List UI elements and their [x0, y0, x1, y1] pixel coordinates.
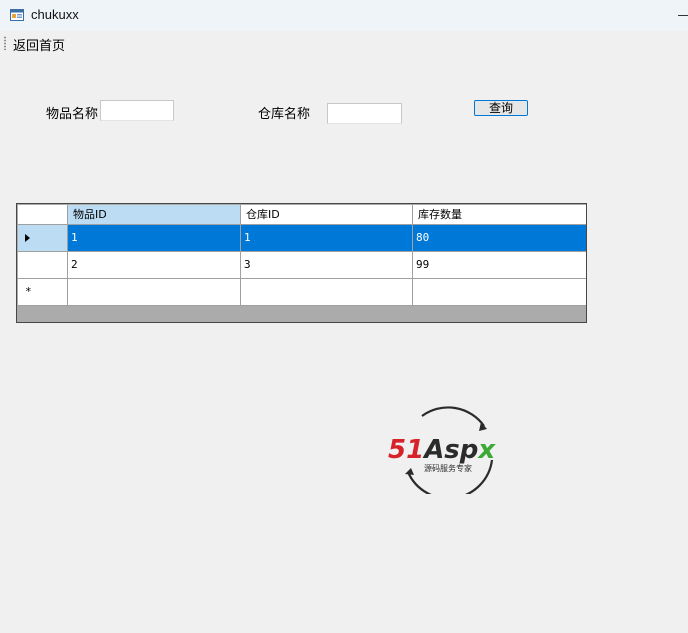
menu-strip [0, 31, 688, 53]
brand-tagline: 源码服务专家 [424, 463, 472, 473]
inventory-grid[interactable]: 物品ID 仓库ID 库存数量 1 1 80 2 3 99 * [16, 203, 587, 323]
new-row-marker: * [25, 285, 32, 298]
table-row[interactable]: 1 1 80 [18, 225, 586, 252]
cell-quantity[interactable]: 80 [413, 225, 586, 252]
item-name-label: 物品名称 [46, 107, 99, 122]
query-button[interactable]: 查询 [474, 100, 528, 116]
table-row[interactable]: 2 3 99 [18, 252, 586, 279]
grid-header-row: 物品ID 仓库ID 库存数量 [18, 205, 586, 225]
warehouse-name-input[interactable] [327, 103, 402, 124]
current-row-arrow-icon [25, 234, 30, 242]
window-title: chukuxx [31, 7, 79, 22]
cell-warehouse-id[interactable]: 1 [241, 225, 413, 252]
brand-logo: 51Aspx 源码服务专家 [388, 406, 496, 494]
column-header-warehouse-id[interactable]: 仓库ID [241, 205, 413, 225]
app-window-icon [10, 9, 24, 21]
title-bar: chukuxx [0, 0, 688, 32]
new-row[interactable]: * [18, 279, 586, 306]
cell-item-id[interactable]: 2 [68, 252, 241, 279]
cell-item-id[interactable]: 1 [68, 225, 241, 252]
item-name-input[interactable] [100, 100, 174, 121]
grid-corner-header[interactable] [18, 205, 68, 225]
column-header-item-id[interactable]: 物品ID [68, 205, 241, 225]
cell-item-id[interactable] [68, 279, 241, 306]
row-header[interactable]: * [18, 279, 68, 306]
cell-quantity[interactable] [413, 279, 586, 306]
svg-text:51Aspx: 51Aspx [388, 435, 496, 465]
minimize-button[interactable] [668, 0, 688, 31]
warehouse-name-label: 仓库名称 [258, 107, 311, 122]
row-header[interactable] [18, 252, 68, 279]
cell-warehouse-id[interactable] [241, 279, 413, 306]
column-header-quantity[interactable]: 库存数量 [413, 205, 586, 225]
menu-item-back-home[interactable]: 返回首页 [13, 35, 65, 54]
cell-warehouse-id[interactable]: 3 [241, 252, 413, 279]
menu-grip-handle[interactable] [4, 36, 6, 50]
cell-quantity[interactable]: 99 [413, 252, 586, 279]
row-header[interactable] [18, 225, 68, 252]
